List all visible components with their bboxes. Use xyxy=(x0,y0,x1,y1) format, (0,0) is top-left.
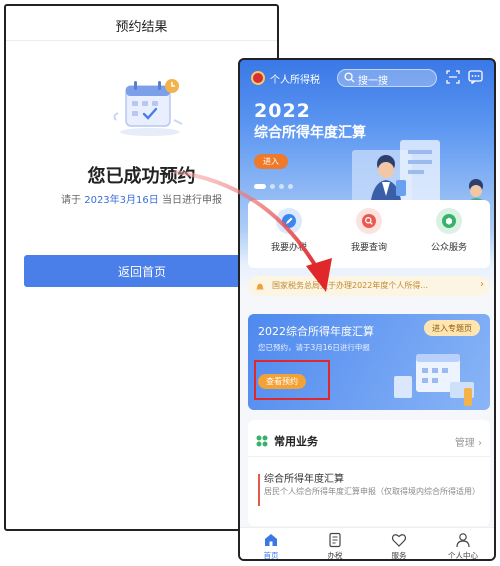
service-public[interactable]: 公众服务 xyxy=(414,208,484,253)
hint-suffix: 当日进行申报 xyxy=(161,195,222,206)
banner-enter-button[interactable]: 进入 xyxy=(254,154,288,169)
back-home-button[interactable]: 返回首页 xyxy=(24,255,260,287)
hint-prefix: 请于 xyxy=(61,195,82,206)
business-item-title[interactable]: 综合所得年度汇算 xyxy=(264,470,344,485)
hint-date: 2023年3月16日 xyxy=(84,195,159,206)
annual-card-title: 2022综合所得年度汇算 xyxy=(258,325,374,338)
success-title: 您已成功预约 xyxy=(87,166,196,187)
tab-label: 个人中心 xyxy=(448,551,478,560)
highlight-box xyxy=(254,360,330,400)
tab-service[interactable]: 服务 xyxy=(374,532,424,560)
divider xyxy=(248,456,490,457)
common-business-section: 常用业务 管理 › 综合所得年度汇算 居民个人综合所得年度汇算申报（仅取得境内综… xyxy=(248,420,490,526)
manage-label: 管理 xyxy=(454,438,475,449)
search-input[interactable]: 搜一搜 xyxy=(337,69,437,87)
bottom-tab-bar: 首页 办税 服务 个人中心 xyxy=(240,527,494,560)
common-title: 常用业务 xyxy=(274,435,318,448)
search-icon xyxy=(356,208,382,234)
service-grid: 我要办税 我要查询 公众服务 xyxy=(248,200,490,268)
service-label: 公众服务 xyxy=(430,243,467,253)
manage-link[interactable]: 管理 › xyxy=(455,434,482,449)
notice-bar[interactable]: 国家税务总局关于办理2022年度个人所得... › xyxy=(248,276,490,296)
heart-icon xyxy=(391,534,407,547)
scan-icon[interactable] xyxy=(446,70,460,84)
nav-divider xyxy=(6,40,277,41)
service-label: 我要查询 xyxy=(350,243,387,253)
item-accent-bar xyxy=(258,474,260,506)
user-icon xyxy=(456,533,470,548)
message-icon[interactable] xyxy=(468,70,483,84)
service-query[interactable]: 我要查询 xyxy=(334,208,404,253)
tab-tax[interactable]: 办税 xyxy=(310,532,360,560)
service-tax-filing[interactable]: 我要办税 xyxy=(254,208,324,253)
banner-year: 2022 xyxy=(254,100,311,122)
public-service-icon xyxy=(436,208,462,234)
declaration-hint: 请于 2023年3月16日 当日进行申报 xyxy=(6,191,277,206)
nav-title: 预约结果 xyxy=(115,20,168,35)
tab-label: 服务 xyxy=(391,551,407,560)
grid-icon xyxy=(256,435,268,447)
topic-page-button[interactable]: 进入专题页 xyxy=(424,320,480,336)
bell-icon xyxy=(256,283,264,290)
tab-label: 首页 xyxy=(263,551,279,560)
tab-label: 办税 xyxy=(327,551,343,560)
calendar-illustration xyxy=(394,354,474,406)
home-icon xyxy=(265,534,277,546)
service-label: 我要办税 xyxy=(270,243,307,253)
search-placeholder: 搜一搜 xyxy=(358,76,388,87)
tax-emblem-icon xyxy=(251,71,265,85)
search-icon xyxy=(344,72,355,83)
banner-carousel-dots xyxy=(254,184,293,189)
calendar-check-icon xyxy=(113,79,183,136)
annual-card-subtitle: 您已预约，请于3月16日进行申报 xyxy=(258,343,370,352)
notice-text: 国家税务总局关于办理2022年度个人所得... xyxy=(272,281,428,290)
app-header: 个人所得税 搜一搜 xyxy=(240,60,494,90)
chevron-right-icon: › xyxy=(480,279,484,290)
pen-icon xyxy=(276,208,302,234)
tab-profile[interactable]: 个人中心 xyxy=(438,532,488,560)
tab-home[interactable]: 首页 xyxy=(246,532,296,560)
file-icon xyxy=(329,532,341,548)
app-title: 个人所得税 xyxy=(270,75,320,86)
iit-home-screen: 个人所得税 搜一搜 2022 综合所得年度汇算 进入 我要办税 我要查询 公众服… xyxy=(238,58,496,561)
business-item-desc: 居民个人综合所得年度汇算申报（仅取得境内综合所得适用） xyxy=(264,487,480,496)
